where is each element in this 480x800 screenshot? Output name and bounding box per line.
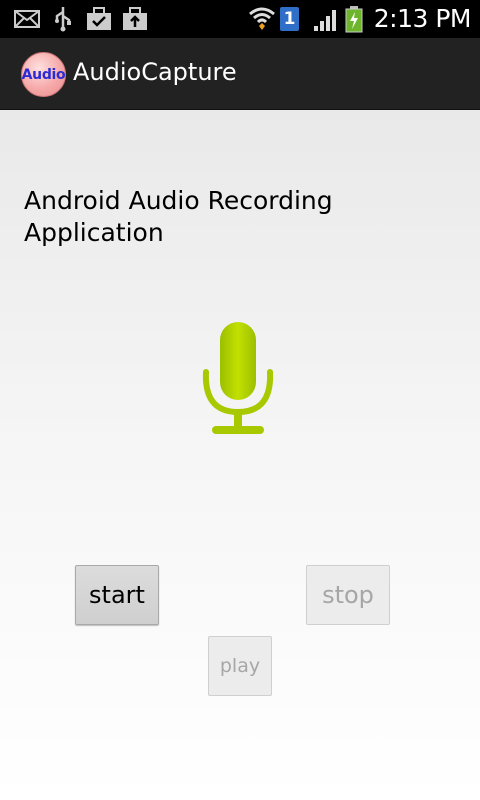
wifi-icon — [249, 7, 275, 30]
action-bar: Audio AudioCapture — [0, 38, 480, 110]
status-bar: 1 2:13 PM — [0, 0, 480, 38]
sim-icon: 1 — [280, 7, 299, 31]
app-icon-label: Audio — [21, 66, 66, 83]
briefcase-upload-icon — [123, 7, 147, 30]
microphone-icon — [202, 322, 274, 434]
signal-icon — [314, 10, 336, 31]
play-button[interactable]: play — [208, 636, 272, 696]
usb-icon — [55, 7, 71, 32]
start-button[interactable]: start — [75, 565, 159, 625]
status-time: 2:13 PM — [373, 4, 472, 33]
stop-button[interactable]: stop — [306, 565, 390, 625]
main-content: Android Audio Recording Application star… — [0, 110, 480, 800]
app-title: AudioCapture — [73, 58, 237, 86]
mail-icon — [14, 10, 40, 28]
page-heading: Android Audio Recording Application — [24, 186, 333, 247]
briefcase-check-icon — [87, 7, 111, 30]
app-icon[interactable]: Audio — [21, 52, 66, 97]
battery-charging-icon — [345, 6, 363, 33]
